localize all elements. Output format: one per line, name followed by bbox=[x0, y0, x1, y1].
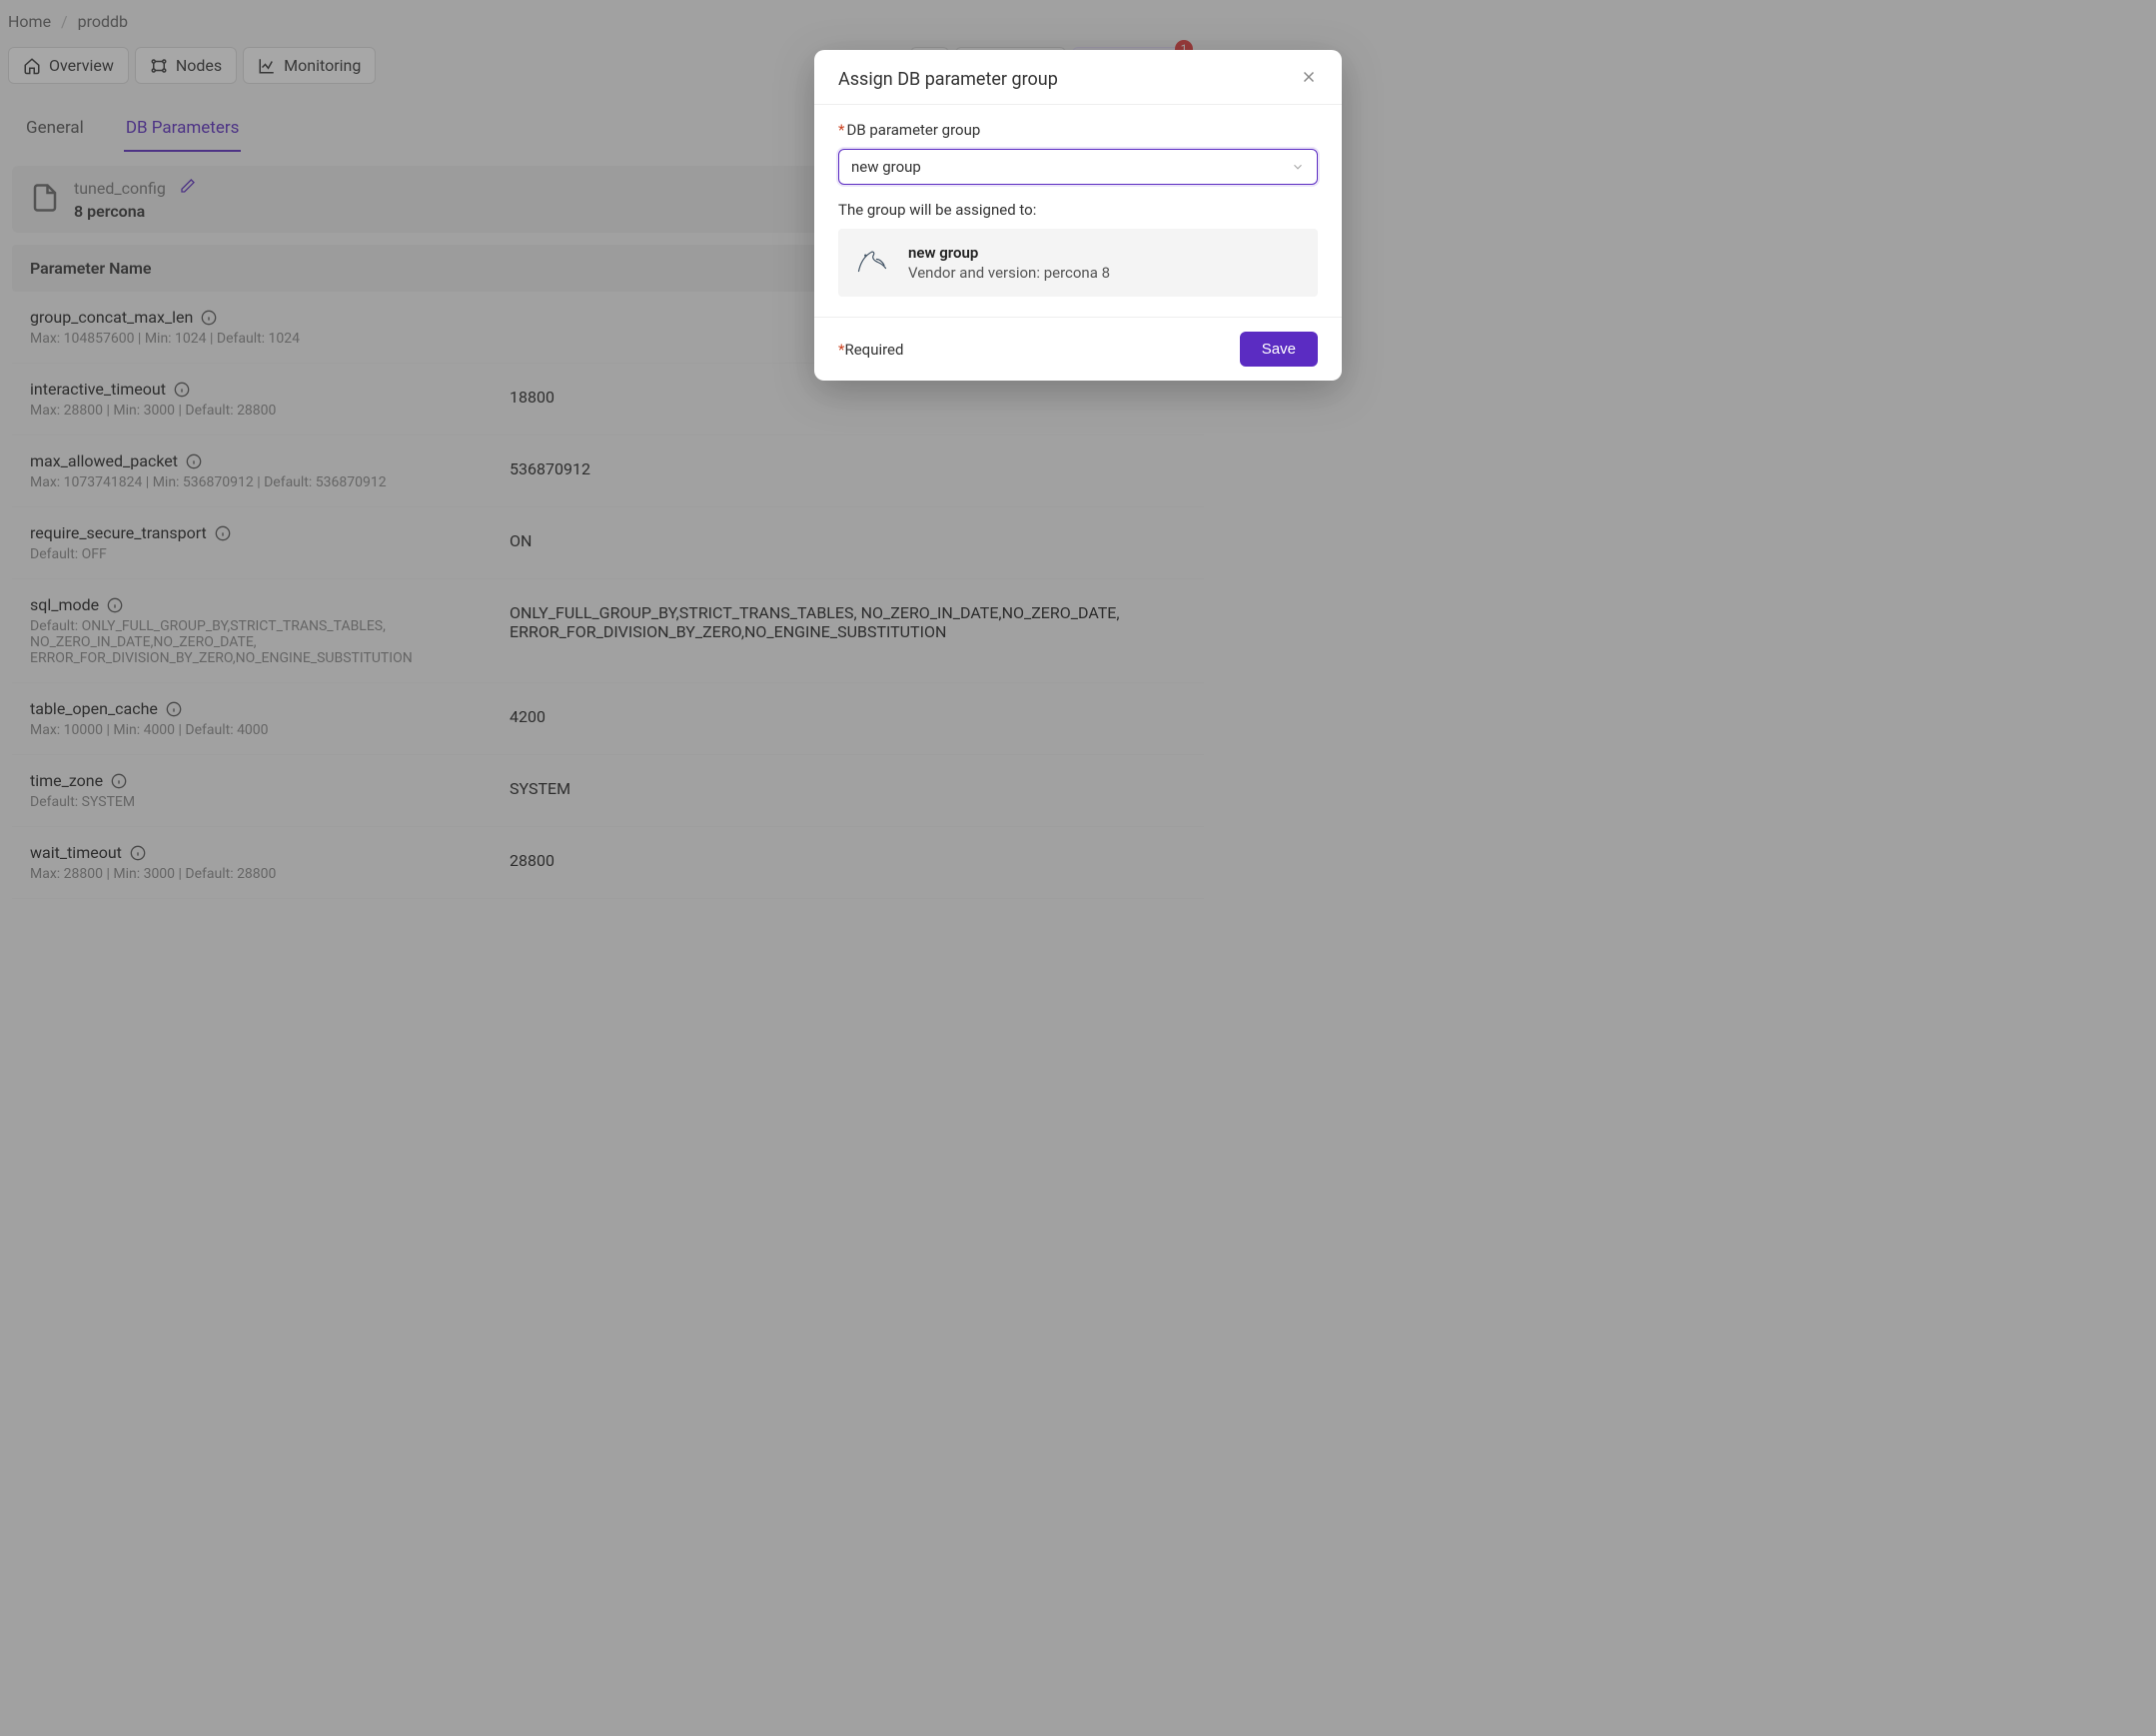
required-note: *Required bbox=[838, 341, 903, 359]
modal-title: Assign DB parameter group bbox=[838, 69, 1058, 90]
required-note-text: Required bbox=[844, 341, 903, 359]
assign-group-name: new group bbox=[908, 244, 1110, 262]
mysql-icon bbox=[854, 243, 890, 283]
param-group-label-text: DB parameter group bbox=[846, 121, 980, 139]
required-asterisk: * bbox=[838, 121, 844, 139]
close-icon[interactable] bbox=[1300, 68, 1318, 90]
modal-footer: *Required Save bbox=[814, 317, 1342, 381]
select-value: new group bbox=[851, 158, 921, 176]
modal-overlay[interactable]: Assign DB parameter group *DB parameter … bbox=[0, 0, 2156, 1736]
param-group-label: *DB parameter group bbox=[838, 121, 1318, 139]
modal-header: Assign DB parameter group bbox=[814, 50, 1342, 105]
modal-body: *DB parameter group new group The group … bbox=[814, 105, 1342, 317]
assign-group-meta: Vendor and version: percona 8 bbox=[908, 264, 1110, 282]
chevron-down-icon bbox=[1291, 160, 1305, 174]
assign-text: The group will be assigned to: bbox=[838, 201, 1318, 219]
save-button[interactable]: Save bbox=[1240, 332, 1318, 367]
param-group-select[interactable]: new group bbox=[838, 149, 1318, 185]
assign-modal: Assign DB parameter group *DB parameter … bbox=[814, 50, 1342, 381]
assign-box: new group Vendor and version: percona 8 bbox=[838, 229, 1318, 297]
